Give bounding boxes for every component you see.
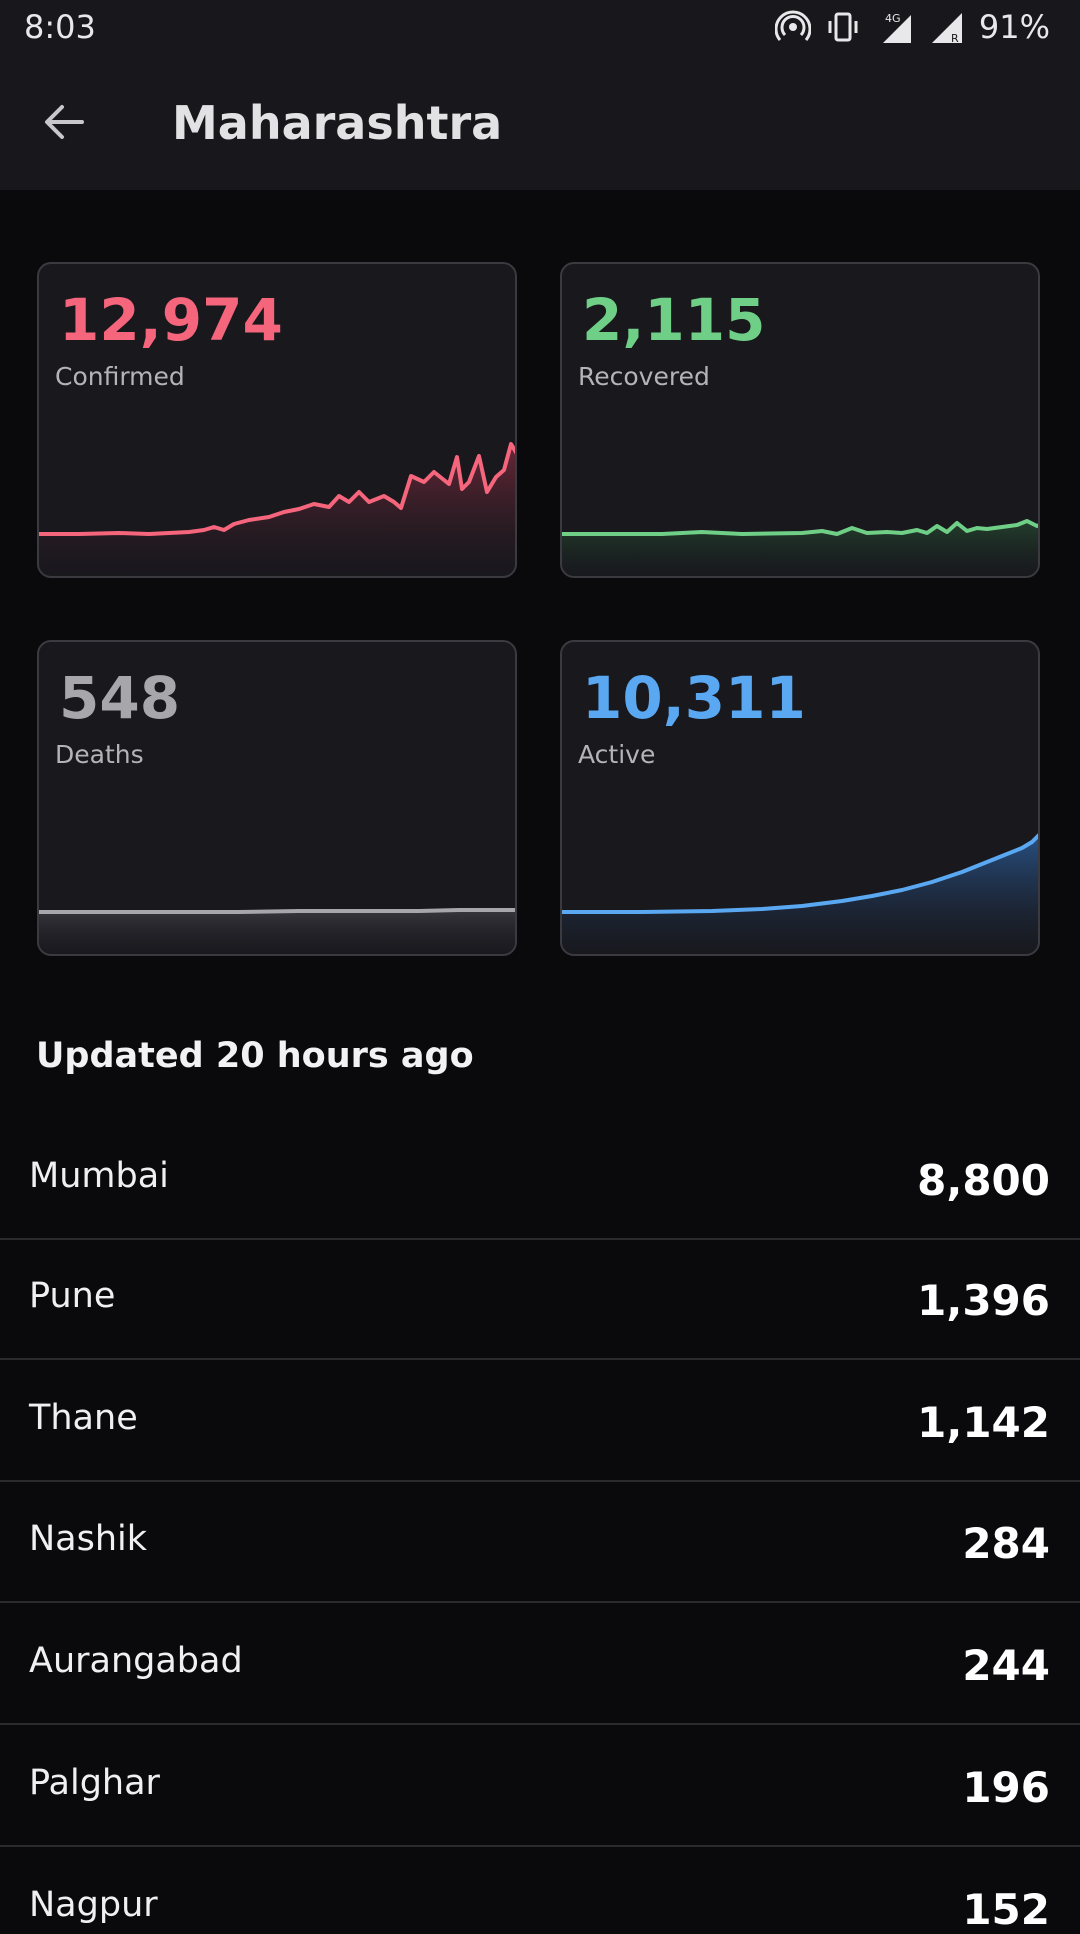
district-row-pune[interactable]: Pune 1,396: [0, 1240, 1080, 1360]
vibrate-icon: [828, 12, 858, 42]
confirmed-area: [39, 444, 515, 576]
app-bar: Maharashtra: [0, 56, 1080, 190]
recovered-card[interactable]: 2,115 Recovered: [560, 262, 1040, 578]
recovered-label: Recovered: [578, 362, 710, 391]
deaths-line: [39, 908, 515, 914]
signal-icon: 4G: [882, 12, 911, 43]
district-count: 284: [962, 1519, 1050, 1568]
district-row-thane[interactable]: Thane 1,142: [0, 1362, 1080, 1482]
recovered-value: 2,115: [582, 286, 766, 354]
hotspot-icon: [774, 10, 811, 41]
district-name: Aurangabad: [29, 1641, 243, 1681]
svg-text:R: R: [951, 32, 959, 45]
arrow-left-icon[interactable]: [42, 102, 86, 142]
district-row-palghar[interactable]: Palghar 196: [0, 1727, 1080, 1847]
status-bar: 8:03 4G R 91%: [0, 0, 1080, 56]
confirmed-value: 12,974: [59, 286, 283, 354]
battery-percent: 91%: [978, 8, 1050, 46]
district-count: 152: [962, 1885, 1050, 1934]
back-button[interactable]: [34, 92, 94, 152]
page-title: Maharashtra: [172, 96, 503, 150]
district-count: 244: [962, 1641, 1050, 1690]
updated-text: Updated 20 hours ago: [36, 1036, 474, 1076]
district-name: Palghar: [29, 1763, 160, 1803]
district-name: Mumbai: [29, 1156, 169, 1196]
district-row-nagpur[interactable]: Nagpur 152: [0, 1849, 1080, 1934]
deaths-value: 548: [59, 664, 181, 732]
confirmed-card[interactable]: 12,974 Confirmed: [37, 262, 517, 578]
roaming-signal-icon: R: [931, 13, 962, 45]
district-name: Nagpur: [29, 1885, 158, 1925]
active-area: [562, 836, 1038, 954]
district-row-aurangabad[interactable]: Aurangabad 244: [0, 1605, 1080, 1725]
district-name: Nashik: [29, 1519, 148, 1559]
district-count: 196: [962, 1763, 1050, 1812]
deaths-card[interactable]: 548 Deaths: [37, 640, 517, 956]
confirmed-label: Confirmed: [55, 362, 185, 391]
district-count: 1,396: [917, 1276, 1050, 1325]
district-name: Pune: [29, 1276, 116, 1316]
district-row-nashik[interactable]: Nashik 284: [0, 1483, 1080, 1603]
deaths-label: Deaths: [55, 740, 144, 769]
district-name: Thane: [29, 1398, 138, 1438]
active-value: 10,311: [582, 664, 806, 732]
network-type: 4G: [885, 12, 901, 25]
status-time: 8:03: [24, 8, 96, 46]
active-label: Active: [578, 740, 656, 769]
district-row-mumbai[interactable]: Mumbai 8,800: [0, 1120, 1080, 1240]
district-count: 1,142: [917, 1398, 1050, 1447]
district-count: 8,800: [917, 1156, 1050, 1205]
recovered-line: [562, 519, 1038, 536]
deaths-area: [39, 910, 515, 954]
active-card[interactable]: 10,311 Active: [560, 640, 1040, 956]
status-icons: 4G R 91%: [774, 8, 1050, 46]
